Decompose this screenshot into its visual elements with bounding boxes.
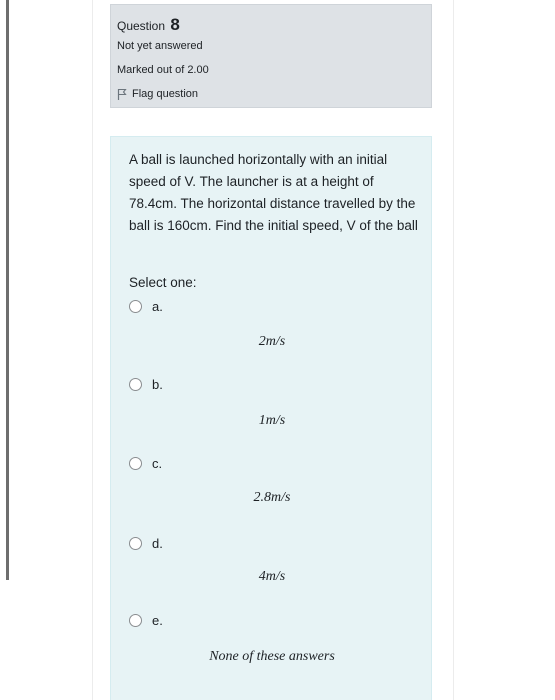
option-e-value: None of these answers [209,649,335,664]
option-b-value: 1m/s [258,413,286,428]
question-marks: Marked out of 2.00 [117,64,209,76]
option-letter: e. [152,613,163,628]
question-number: Question 8 [117,15,180,35]
option-d-value: 4m/s [258,569,286,584]
radio-button[interactable] [129,614,142,627]
question-info-panel: Question 8 Not yet answered Marked out o… [110,4,432,108]
question-text: A ball is launched horizontally with an … [129,152,418,233]
question-content: A ball is launched horizontally with an … [110,136,432,700]
select-one-prompt: Select one: [129,275,197,290]
question-label: Question [117,19,166,33]
flag-icon [117,88,127,100]
option-a[interactable]: a. [129,299,163,314]
left-edge-bar [6,0,9,580]
option-b[interactable]: b. [129,377,163,392]
flag-question-label: Flag question [132,88,199,100]
option-c-value: 2.8m/s [253,490,291,505]
radio-button[interactable] [129,300,142,313]
option-d[interactable]: d. [129,536,163,551]
question-state: Not yet answered [117,40,203,52]
option-c[interactable]: c. [129,456,162,471]
option-letter: b. [152,377,163,392]
option-letter: a. [152,299,163,314]
flag-question-link[interactable]: Flag question [117,88,198,100]
radio-button[interactable] [129,457,142,470]
option-letter: d. [152,536,163,551]
option-e[interactable]: e. [129,613,163,628]
option-a-value: 2m/s [258,334,286,349]
option-letter: c. [152,456,163,471]
radio-button[interactable] [129,378,142,391]
radio-button[interactable] [129,537,142,550]
question-number-value: 8 [170,15,180,34]
